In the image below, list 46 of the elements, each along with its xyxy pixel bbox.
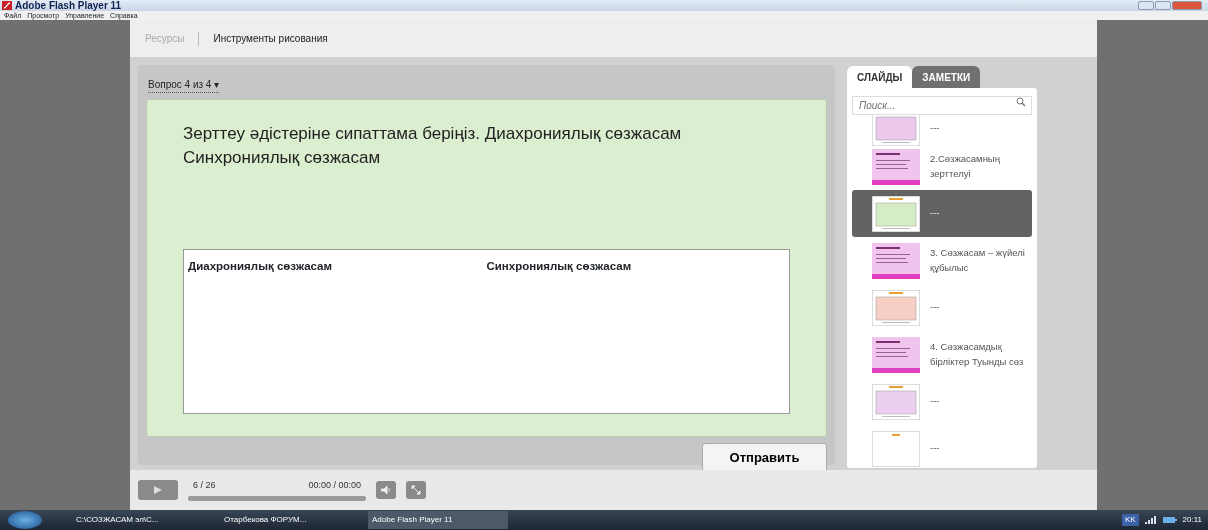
slide-item[interactable]: --- <box>852 378 1032 425</box>
search-icon <box>1016 97 1026 107</box>
slide-item[interactable]: --- <box>852 190 1032 237</box>
window-title: Adobe Flash Player 11 <box>15 0 122 11</box>
question-selector[interactable]: Вопрос 4 из 4 ▾ <box>148 77 220 93</box>
taskbar-item[interactable]: C:\СОЗЖАСАМ эл\С... <box>72 511 212 529</box>
signal-icon[interactable] <box>1144 516 1157 524</box>
slide-title: 2.Сөзжасамның зерттелуі <box>930 152 1001 181</box>
slide-title: --- <box>930 300 941 315</box>
flash-icon <box>2 1 12 10</box>
battery-icon[interactable] <box>1162 516 1177 524</box>
toolbar-tab[interactable]: Инструменты рисования <box>213 31 328 46</box>
question-prompt: Зерттеу әдістеріне сипаттама беріңіз. Диахрониялық сөзжасам Синхрониялық сөзжасам <box>183 123 683 169</box>
fullscreen-button[interactable] <box>406 481 426 499</box>
language-indicator[interactable]: KK <box>1121 514 1139 526</box>
start-button[interactable] <box>8 511 42 529</box>
slide-title: --- <box>930 394 941 409</box>
fullscreen-icon <box>411 485 421 495</box>
slide-title: 3. Сөзжасам – жүйелі құбылыс <box>930 246 1025 275</box>
volume-button[interactable] <box>376 481 396 499</box>
maximize-button[interactable] <box>1155 1 1171 10</box>
search-field[interactable]: Поиск... <box>852 96 1032 115</box>
answer-field[interactable]: Диахрониялық сөзжасам Синхрониялық сөзжасам <box>183 248 790 414</box>
slide-item[interactable]: 2.Сөзжасамның зерттелуі <box>852 143 1032 190</box>
clock[interactable]: 20:11 <box>1182 514 1202 526</box>
play-button[interactable] <box>138 480 178 500</box>
slide-title: --- <box>930 441 941 456</box>
slide-title: --- <box>930 120 941 135</box>
slide-item[interactable]: 4. Сөзжасамдық бірліктер Туынды сөз <box>852 331 1032 378</box>
submit-button[interactable]: Отправить <box>702 443 827 473</box>
slide-item[interactable]: --- <box>852 284 1032 331</box>
taskbar-item[interactable]: Adobe Flash Player 11 <box>368 511 508 529</box>
taskbar-item[interactable]: Отарбекова ФОРУМ... <box>220 511 360 529</box>
slide-item[interactable]: 3. Сөзжасам – жүйелі құбылыс <box>852 237 1032 284</box>
progress-bar[interactable] <box>188 495 366 501</box>
slide-counter: 6 / 26 <box>193 479 216 493</box>
panel-tab[interactable]: ЗАМЕТКИ <box>912 66 981 88</box>
slide-title: --- <box>930 206 941 221</box>
play-icon <box>154 486 162 494</box>
slide-item[interactable]: --- <box>852 425 1032 468</box>
minimize-button[interactable] <box>1138 1 1154 10</box>
panel-tab[interactable]: СЛАЙДЫ <box>847 66 913 88</box>
volume-icon <box>381 486 391 494</box>
close-button[interactable] <box>1172 1 1202 10</box>
slide-title: 4. Сөзжасамдық бірліктер Туынды сөз <box>930 340 1025 369</box>
time-display: 00:00 / 00:00 <box>308 479 361 493</box>
